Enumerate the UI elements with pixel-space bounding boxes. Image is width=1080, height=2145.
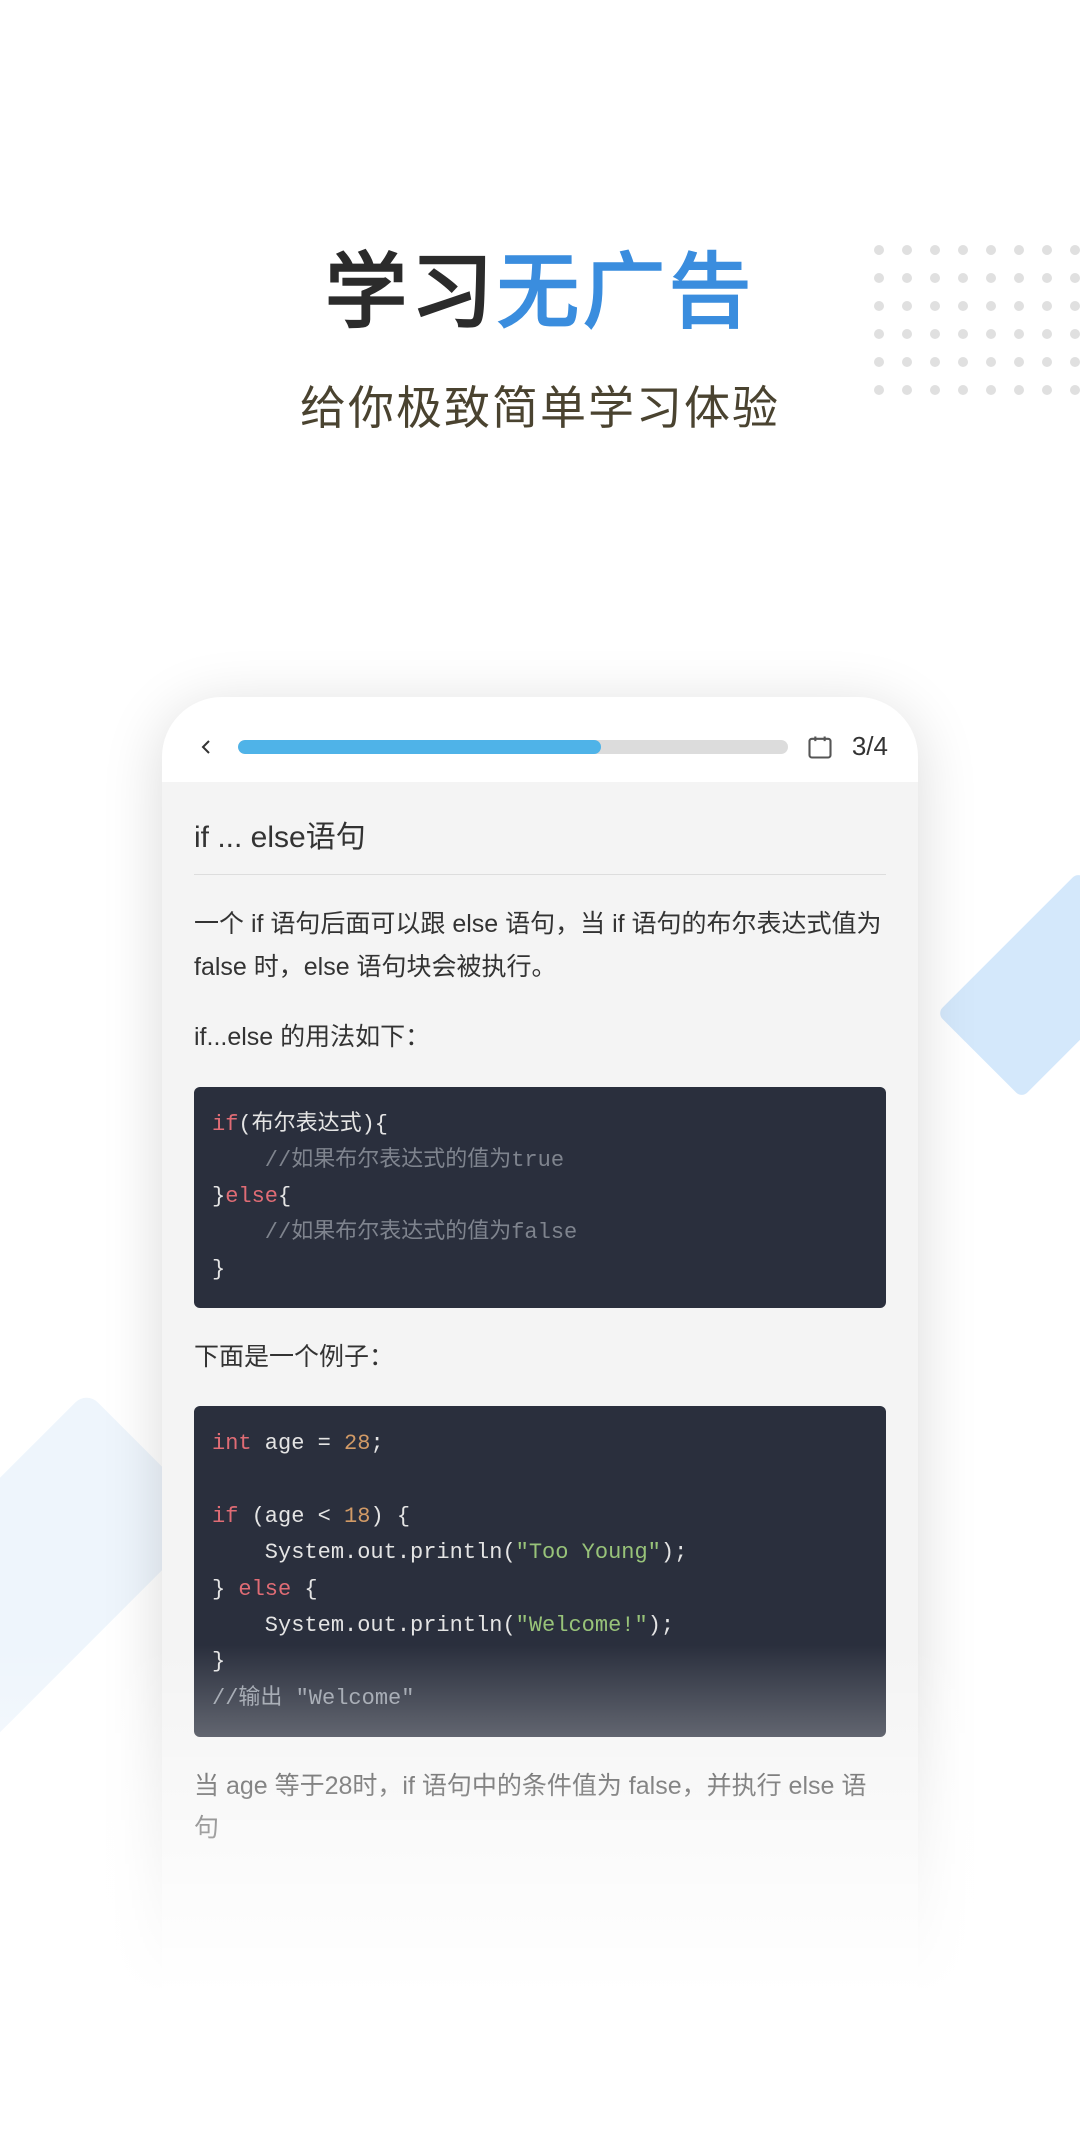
next-button[interactable] <box>816 2067 880 2131</box>
lesson-title: if ... else语句 <box>194 812 886 875</box>
chat-button[interactable] <box>200 2077 244 2121</box>
paragraph-1: 一个 if 语句后面可以跟 else 语句，当 if 语句的布尔表达式值为 fa… <box>194 903 886 988</box>
paragraph-4: 当 age 等于28时，if 语句中的条件值为 false，并执行 else 语… <box>194 1765 886 1850</box>
app-header: 3/4 <box>162 697 918 782</box>
phone-mockup: 3/4 if ... else语句 一个 if 语句后面可以跟 else 语句，… <box>162 697 918 2145</box>
decorative-dot-grid <box>874 245 1080 395</box>
bg-shape-right <box>937 872 1080 1098</box>
arrow-right-icon <box>831 2082 865 2116</box>
lesson-progress[interactable] <box>238 740 788 754</box>
paragraph-2: if...else 的用法如下： <box>194 1016 886 1059</box>
paragraph-3: 下面是一个例子： <box>194 1336 886 1379</box>
page-counter: 3/4 <box>852 731 888 762</box>
hero-title-right: 无广告 <box>497 247 755 338</box>
app-footer <box>162 2053 918 2145</box>
code-block-2: int age = 28; if (age < 18) { System.out… <box>194 1406 886 1736</box>
calendar-icon[interactable] <box>806 733 834 761</box>
back-button[interactable] <box>192 733 220 761</box>
lesson-content: if ... else语句 一个 if 语句后面可以跟 else 语句，当 if… <box>162 782 918 1850</box>
progress-fill <box>238 740 601 754</box>
hero-title-left: 学习 <box>325 247 497 338</box>
chevron-left-icon <box>194 735 218 759</box>
code-block-1: if(布尔表达式){ //如果布尔表达式的值为true }else{ //如果布… <box>194 1087 886 1308</box>
